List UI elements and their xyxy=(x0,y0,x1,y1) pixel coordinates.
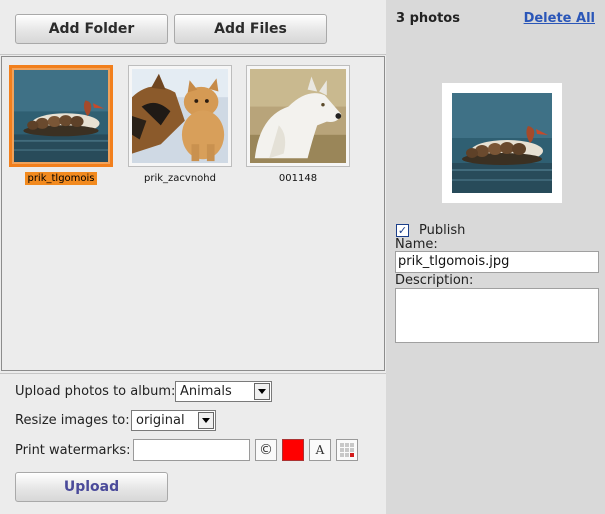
dropdown-arrow-icon[interactable] xyxy=(254,383,270,400)
photo-thumbnail[interactable] xyxy=(9,65,113,167)
copyright-icon[interactable]: © xyxy=(255,439,277,461)
publish-label: Publish xyxy=(419,223,466,238)
photo-thumbnail[interactable] xyxy=(246,65,350,167)
watermark-input[interactable] xyxy=(133,439,250,461)
description-label: Description: xyxy=(395,273,474,288)
upload-panel: Add Folder Add Files prik_tlgomois prik_… xyxy=(0,0,386,514)
resize-select[interactable]: original xyxy=(131,410,216,431)
publish-row[interactable]: ✓ Publish xyxy=(396,223,465,238)
dropdown-arrow-icon[interactable] xyxy=(198,412,214,429)
album-select[interactable]: Animals xyxy=(175,381,272,402)
publish-checkbox[interactable]: ✓ xyxy=(396,224,409,237)
photo-caption: 001148 xyxy=(278,173,318,184)
text-style-icon[interactable]: A xyxy=(309,439,331,461)
album-label: Upload photos to album: xyxy=(15,384,176,399)
name-label: Name: xyxy=(395,237,438,252)
album-selected-value: Animals xyxy=(180,384,232,399)
ducks-photo xyxy=(14,70,108,162)
photo-gallery[interactable]: prik_tlgomois prik_zacvnohd 001148 xyxy=(1,56,385,371)
description-field[interactable] xyxy=(395,288,599,343)
divider xyxy=(0,54,386,55)
dog-cat-photo xyxy=(132,69,228,163)
add-folder-button[interactable]: Add Folder xyxy=(15,14,168,44)
photo-thumbnail[interactable] xyxy=(128,65,232,167)
name-field[interactable]: prik_tlgomois.jpg xyxy=(395,251,599,273)
delete-all-link[interactable]: Delete All xyxy=(524,11,595,26)
wolf-photo xyxy=(250,69,346,163)
photo-caption: prik_zacvnohd xyxy=(144,173,216,184)
upload-button[interactable]: Upload xyxy=(15,472,168,502)
position-grid-icon[interactable] xyxy=(336,439,358,461)
add-files-button[interactable]: Add Files xyxy=(174,14,327,44)
resize-label: Resize images to: xyxy=(15,413,130,428)
divider xyxy=(0,373,386,374)
ducks-photo xyxy=(452,93,552,193)
watermark-color-swatch[interactable] xyxy=(282,439,304,461)
photo-preview xyxy=(442,83,562,203)
photo-details-panel: 3 photos Delete All ✓ Publish Name: prik… xyxy=(386,0,605,514)
photo-caption: prik_tlgomois xyxy=(25,172,97,185)
photo-count: 3 photos xyxy=(396,11,460,26)
watermark-label: Print watermarks: xyxy=(15,443,131,458)
resize-selected-value: original xyxy=(136,413,185,428)
